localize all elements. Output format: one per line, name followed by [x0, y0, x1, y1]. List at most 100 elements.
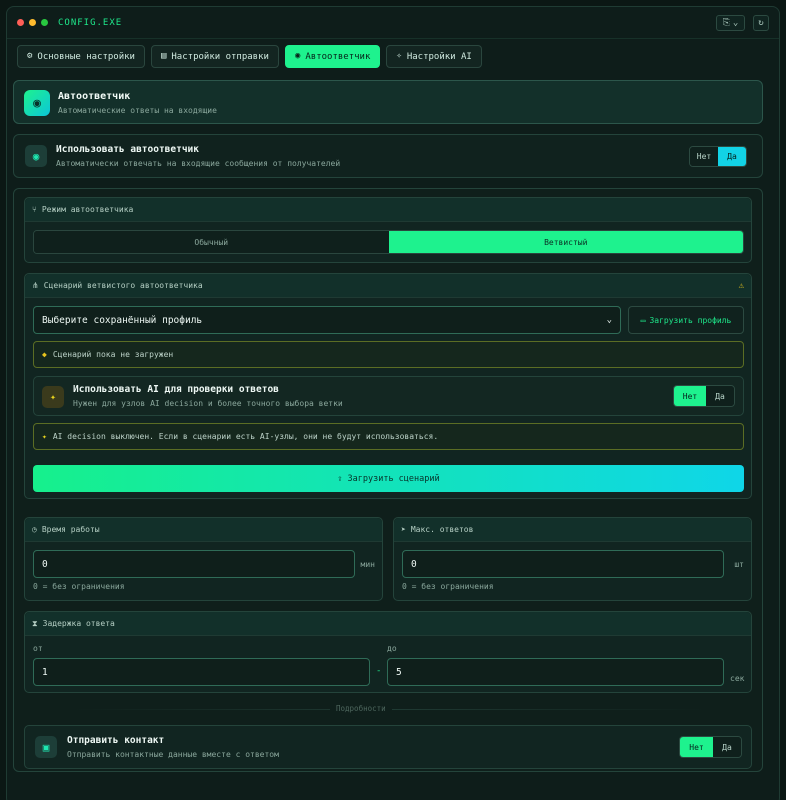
delay-card: ⧗ Задержка ответа от до 1 - 5 сек — [24, 611, 752, 693]
load-profile-button[interactable]: ▭ Загрузить профиль — [628, 306, 744, 334]
profile-select-value: Выберите сохранённый профиль — [42, 314, 203, 326]
upload-scenario-button[interactable]: ⇪ Загрузить сценарий — [33, 465, 744, 492]
robot-icon: ◉ — [294, 51, 301, 61]
sparkle-icon: ✦ — [42, 386, 64, 408]
mode-header: ⑂ Режим автоответчика — [25, 198, 751, 222]
autoresponder-settings-panel: ⑂ Режим автоответчика Обычный Ветвистый … — [13, 188, 763, 772]
mode-option-branching[interactable]: Ветвистый — [388, 231, 743, 253]
minimize-dot[interactable] — [29, 19, 36, 26]
tab-label: Автоответчик — [305, 51, 371, 62]
max-replies-input[interactable]: 0 — [402, 550, 724, 578]
delay-to-input[interactable]: 5 — [387, 658, 724, 686]
send-icon: ➤ — [401, 525, 406, 534]
sparkle-icon: ✧ — [396, 51, 402, 61]
autoresponder-toggle: Нет Да — [689, 146, 747, 167]
max-replies-card: ➤ Макс. ответов 0 шт 0 = без ограничения — [393, 517, 752, 601]
mode-option-normal[interactable]: Обычный — [34, 231, 389, 253]
tab-ai-settings[interactable]: ✧ Настройки AI — [386, 45, 482, 68]
toggle-yes[interactable]: Да — [718, 147, 746, 166]
upload-label: Загрузить сценарий — [347, 473, 440, 484]
work-time-unit: мин — [360, 560, 375, 569]
row-title: Использовать автоответчик — [56, 144, 199, 155]
contact-toggle: Нет Да — [679, 736, 742, 758]
max-replies-heading: Макс. ответов — [410, 525, 474, 534]
clock-icon: ◷ — [32, 525, 37, 534]
delay-dash: - — [376, 666, 382, 676]
work-time-hint: 0 = без ограничения — [33, 582, 125, 591]
tab-label: Основные настройки — [37, 51, 135, 62]
delay-from-input[interactable]: 1 — [33, 658, 370, 686]
refresh-icon: ↻ — [758, 17, 764, 28]
max-replies-header: ➤ Макс. ответов — [394, 518, 751, 542]
ai-toggle-no[interactable]: Нет — [674, 386, 706, 406]
section-header: ◉ Автоответчик Автоматические ответы на … — [13, 80, 763, 124]
profile-select[interactable]: Выберите сохранённый профиль ⌄ — [33, 306, 621, 334]
tab-label: Настройки отправки — [171, 51, 269, 62]
contact-card-icon: ▣ — [35, 736, 57, 758]
mode-card: ⑂ Режим автоответчика Обычный Ветвистый — [24, 197, 752, 263]
use-autoresponder-row: ◉ Использовать автоответчик Автоматическ… — [13, 134, 763, 178]
section-title: Автоответчик — [58, 91, 131, 102]
ai-title: Использовать AI для проверки ответов — [73, 384, 279, 395]
work-time-heading: Время работы — [41, 525, 100, 534]
tab-send-settings[interactable]: ▤ Настройки отправки — [150, 45, 279, 68]
window-controls — [17, 19, 48, 26]
scenario-header: ⋔ Сценарий ветвистого автоответчика ⚠ — [25, 274, 751, 298]
refresh-button[interactable]: ↻ — [753, 14, 769, 31]
hourglass-icon: ⧗ — [32, 618, 38, 628]
contact-toggle-no[interactable]: Нет — [680, 737, 713, 757]
work-time-header: ◷ Время работы — [25, 518, 382, 542]
ai-check-row: ✦ Использовать AI для проверки ответов Н… — [33, 376, 744, 416]
scenario-heading: Сценарий ветвистого автоответчика — [43, 281, 203, 290]
scenario-card: ⋔ Сценарий ветвистого автоответчика ⚠ Вы… — [24, 273, 752, 499]
window-title: CONFIG.EXE — [58, 17, 123, 28]
folder-icon: ▭ — [640, 315, 646, 325]
upload-icon: ⇪ — [337, 473, 343, 484]
ai-notice-text: AI decision выключен. Если в сценарии ес… — [52, 432, 439, 441]
ai-toggle: Нет Да — [673, 385, 735, 407]
load-profile-label: Загрузить профиль — [649, 315, 732, 325]
contact-toggle-yes[interactable]: Да — [713, 737, 741, 757]
section-subtitle: Автоматические ответы на входящие — [58, 106, 217, 115]
chevron-down-icon: ⌄ — [606, 315, 612, 325]
work-time-input[interactable]: 0 — [33, 550, 355, 578]
warning-icon: ⚠ — [738, 280, 744, 291]
tree-icon: ⋔ — [32, 281, 39, 290]
send-contact-row: ▣ Отправить контакт Отправить контактные… — [24, 725, 752, 769]
mode-heading: Режим автоответчика — [41, 205, 134, 214]
row-subtitle: Автоматически отвечать на входящие сообщ… — [56, 159, 341, 168]
maximize-dot[interactable] — [41, 19, 48, 26]
max-replies-unit: шт — [734, 560, 744, 569]
tab-bar: ⚙ Основные настройки ▤ Настройки отправк… — [7, 39, 779, 74]
send-icon: ▤ — [160, 51, 167, 61]
chevron-down-icon: ⌄ — [732, 17, 739, 28]
max-replies-hint: 0 = без ограничения — [402, 582, 494, 591]
scenario-status-notice: ◆ Сценарий пока не загружен — [33, 341, 744, 368]
gear-icon: ⚙ — [27, 51, 33, 61]
delay-header: ⧗ Задержка ответа — [25, 612, 751, 636]
ai-disabled-notice: ✦ AI decision выключен. Если в сценарии … — [33, 423, 744, 450]
mode-selector: Обычный Ветвистый — [33, 230, 744, 254]
warning-diamond-icon: ◆ — [42, 350, 47, 359]
scenario-status-text: Сценарий пока не загружен — [52, 350, 174, 359]
delay-from-label: от — [33, 644, 43, 653]
ai-subtitle: Нужен для узлов AI decision и более точн… — [73, 399, 343, 408]
contact-title: Отправить контакт — [67, 735, 165, 746]
work-time-card: ◷ Время работы 0 мин 0 = без ограничения — [24, 517, 383, 601]
toggle-no[interactable]: Нет — [690, 147, 718, 166]
bookmark-dropdown[interactable]: ⎘ ⌄ — [716, 14, 745, 31]
robot-icon: ◉ — [25, 145, 47, 167]
robot-icon: ◉ — [24, 90, 50, 116]
title-bar: CONFIG.EXE ⎘ ⌄ ↻ — [7, 7, 779, 39]
tab-main-settings[interactable]: ⚙ Основные настройки — [17, 45, 145, 68]
delay-unit: сек — [730, 674, 745, 683]
tab-label: Настройки AI — [406, 51, 472, 62]
sparkle-icon: ✦ — [42, 432, 47, 441]
contact-subtitle: Отправить контактные данные вместе с отв… — [67, 750, 279, 759]
delay-to-label: до — [387, 644, 397, 653]
divider-label: Подробности — [330, 704, 392, 713]
delay-heading: Задержка ответа — [42, 619, 115, 628]
tab-autoresponder[interactable]: ◉ Автоответчик — [284, 45, 381, 68]
ai-toggle-yes[interactable]: Да — [706, 386, 734, 406]
close-dot[interactable] — [17, 19, 24, 26]
